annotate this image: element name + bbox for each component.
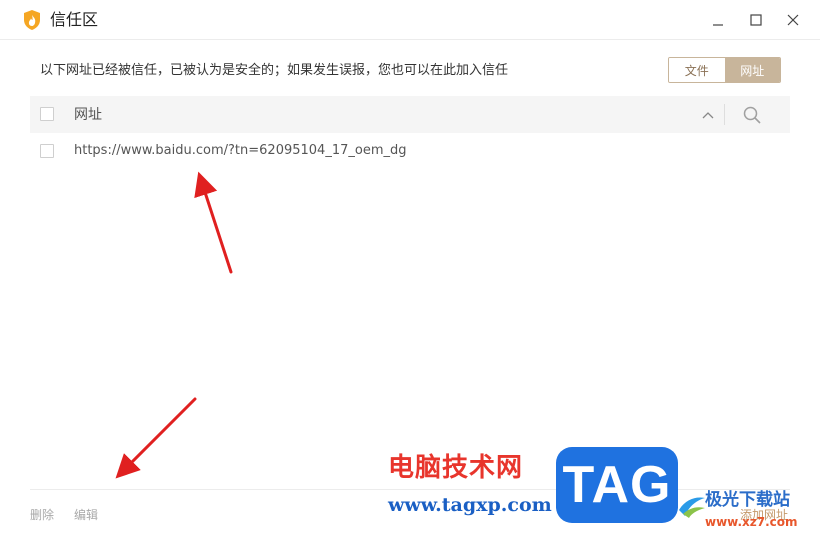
minimize-button[interactable] [703, 6, 733, 34]
maximize-button[interactable] [741, 6, 771, 34]
shield-flame-icon [24, 10, 40, 30]
header-divider [724, 104, 725, 125]
watermark-brand-name: 极光下载站 [705, 490, 790, 510]
minimize-icon [713, 24, 723, 26]
tab-files[interactable]: 文件 [669, 58, 725, 82]
arrow-to-url [194, 171, 233, 274]
watermark-brand-url: www.xz7.com [705, 515, 798, 529]
title-bar: 信任区 [0, 0, 820, 40]
watermark-site-name: 电脑技术网 [388, 453, 524, 483]
window-title: 信任区 [50, 10, 99, 29]
trusted-url: https://www.baidu.com/?tn=62095104_17_oe… [74, 143, 407, 158]
delete-button[interactable]: 删除 [30, 507, 54, 523]
table-row[interactable]: https://www.baidu.com/?tn=62095104_17_oe… [30, 137, 790, 165]
edit-button[interactable]: 编辑 [74, 507, 98, 523]
watermark-tag-badge: TAG [556, 447, 678, 523]
type-switcher: 文件 网址 [668, 57, 781, 83]
close-icon [787, 14, 799, 26]
search-icon [743, 106, 761, 124]
aurora-logo-icon [679, 497, 705, 518]
close-button[interactable] [778, 6, 808, 34]
search-button[interactable] [740, 103, 764, 127]
select-all-checkbox[interactable] [40, 107, 54, 121]
arrow-to-footer [115, 397, 197, 479]
watermark-site-url: www.tagxp.com [388, 494, 552, 516]
table-header: 网址 [30, 96, 790, 133]
tab-urls[interactable]: 网址 [724, 58, 780, 82]
chevron-up-icon [702, 112, 714, 119]
column-header-url: 网址 [74, 107, 102, 123]
trust-zone-description: 以下网址已经被信任，已被认为是安全的；如果发生误报，您也可以在此加入信任 [40, 63, 509, 78]
maximize-icon [750, 14, 762, 26]
row-checkbox[interactable] [40, 144, 54, 158]
sort-button[interactable] [698, 105, 718, 125]
